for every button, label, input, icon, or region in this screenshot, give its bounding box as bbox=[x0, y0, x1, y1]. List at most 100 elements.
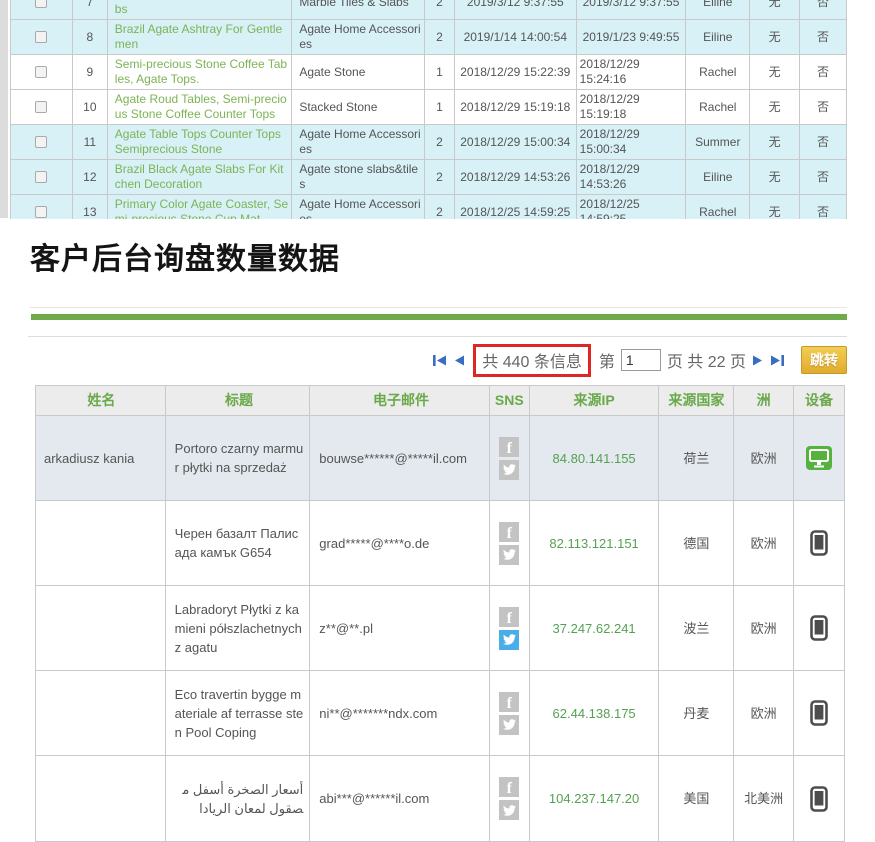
next-page-icon[interactable] bbox=[752, 354, 764, 367]
inquiry-name bbox=[36, 756, 166, 841]
col-header-title: 标题 bbox=[166, 386, 311, 415]
product-qty: 2 bbox=[425, 0, 455, 19]
product-title-link[interactable]: Agate Roud Tables, Semi-precious Stone C… bbox=[108, 90, 293, 124]
row-checkbox[interactable] bbox=[35, 31, 47, 43]
product-title-link[interactable]: Semi-precious Stone Coffee Tables, Agate… bbox=[108, 55, 293, 89]
facebook-icon[interactable]: f bbox=[499, 437, 519, 457]
row-checkbox[interactable] bbox=[35, 0, 47, 8]
inquiry-name bbox=[36, 501, 166, 585]
row-checkbox[interactable] bbox=[35, 206, 47, 218]
facebook-icon[interactable]: f bbox=[499, 777, 519, 797]
updated-time: 2018/12/29 15:19:18 bbox=[577, 90, 687, 124]
page-title: 客户后台询盘数量数据 bbox=[30, 234, 340, 278]
updated-time: 2018/12/29 14:53:26 bbox=[577, 160, 687, 194]
page-prefix-label: 第 bbox=[599, 348, 615, 372]
inquiry-email: z**@**.pl bbox=[310, 586, 490, 670]
row-number: 12 bbox=[73, 160, 108, 194]
row-checkbox-cell bbox=[11, 90, 73, 124]
continent: 欧洲 bbox=[734, 671, 794, 755]
source-ip: 37.247.62.241 bbox=[530, 586, 660, 670]
product-title-link[interactable]: bs bbox=[108, 0, 293, 19]
product-category: Agate stone slabs&tiles bbox=[292, 160, 425, 194]
col-header-continent: 洲 bbox=[734, 386, 794, 415]
twitter-icon[interactable] bbox=[499, 460, 519, 480]
row-checkbox[interactable] bbox=[35, 66, 47, 78]
product-category: Marble Tiles & Slabs bbox=[292, 0, 425, 19]
first-page-icon[interactable] bbox=[432, 354, 447, 367]
product-category: Agate Home Accessories bbox=[292, 195, 425, 219]
updated-time: 2018/12/25 14:59:25 bbox=[577, 195, 687, 219]
row-number: 9 bbox=[73, 55, 108, 89]
row-number: 10 bbox=[73, 90, 108, 124]
updated-time: 2019/3/12 9:37:55 bbox=[577, 0, 687, 19]
flag-no: 否 bbox=[800, 55, 846, 89]
facebook-icon[interactable]: f bbox=[499, 692, 519, 712]
product-category: Agate Home Accessories bbox=[292, 125, 425, 159]
product-title-link[interactable]: Agate Table Tops Counter Tops Semiprecio… bbox=[108, 125, 293, 159]
twitter-icon[interactable] bbox=[499, 800, 519, 820]
created-time: 2018/12/25 14:59:25 bbox=[455, 195, 577, 219]
twitter-icon[interactable] bbox=[499, 630, 519, 650]
flag-no: 否 bbox=[800, 160, 846, 194]
created-time: 2018/12/29 15:00:34 bbox=[455, 125, 577, 159]
product-qty: 1 bbox=[425, 55, 455, 89]
created-time: 2019/3/12 9:37:55 bbox=[455, 0, 577, 19]
row-checkbox-cell bbox=[11, 55, 73, 89]
inquiry-email: ni**@*******ndx.com bbox=[310, 671, 490, 755]
row-number: 11 bbox=[73, 125, 108, 159]
inquiry-title: Eco travertin bygge materiale af terrass… bbox=[166, 671, 311, 755]
sns-cell: f bbox=[490, 501, 530, 585]
created-time: 2018/12/29 15:19:18 bbox=[455, 90, 577, 124]
row-checkbox[interactable] bbox=[35, 101, 47, 113]
pagination-bar: 共 440 条信息 第 页 共 22 页 跳转 bbox=[432, 344, 847, 376]
prev-page-icon[interactable] bbox=[453, 354, 465, 367]
last-page-icon[interactable] bbox=[770, 354, 785, 367]
continent: 欧洲 bbox=[734, 586, 794, 670]
row-checkbox-cell bbox=[11, 0, 73, 19]
flag-no: 否 bbox=[800, 0, 846, 19]
twitter-icon[interactable] bbox=[499, 715, 519, 735]
product-qty: 2 bbox=[425, 20, 455, 54]
inquiry-row: Labradoryt Płytki z kamieni półszlachetn… bbox=[36, 586, 844, 671]
twitter-icon[interactable] bbox=[499, 545, 519, 565]
row-checkbox-cell bbox=[11, 125, 73, 159]
col-header-sns: SNS bbox=[490, 386, 530, 415]
facebook-icon[interactable]: f bbox=[499, 522, 519, 542]
table-row: 10 Agate Roud Tables, Semi-precious Ston… bbox=[11, 90, 846, 125]
inquiry-table: 姓名 标题 电子邮件 SNS 来源IP 来源国家 洲 设备 arkadiusz … bbox=[35, 385, 845, 842]
jump-button[interactable]: 跳转 bbox=[801, 346, 847, 374]
owner-name: Eiline bbox=[686, 20, 750, 54]
sns-cell: f bbox=[490, 671, 530, 755]
mobile-icon bbox=[810, 786, 828, 812]
flag-none: 无 bbox=[750, 20, 800, 54]
table-row: 9 Semi-precious Stone Coffee Tables, Aga… bbox=[11, 55, 846, 90]
page-count-label: 页 共 22 页 bbox=[667, 348, 746, 372]
flag-no: 否 bbox=[800, 125, 846, 159]
facebook-glyph: f bbox=[507, 440, 512, 457]
product-title-link[interactable]: Brazil Black Agate Slabs For Kitchen Dec… bbox=[108, 160, 293, 194]
facebook-icon[interactable]: f bbox=[499, 607, 519, 627]
flag-no: 否 bbox=[800, 20, 846, 54]
row-number: 13 bbox=[73, 195, 108, 219]
source-ip: 82.113.121.151 bbox=[530, 501, 660, 585]
product-qty: 2 bbox=[425, 125, 455, 159]
row-number: 8 bbox=[73, 20, 108, 54]
device-cell bbox=[794, 586, 844, 670]
row-checkbox[interactable] bbox=[35, 136, 47, 148]
row-checkbox-cell bbox=[11, 160, 73, 194]
table-row: 8 Brazil Agate Ashtray For Gentlemen Aga… bbox=[11, 20, 846, 55]
products-table-viewport: 7 bs Marble Tiles & Slabs 2 2019/3/12 9:… bbox=[10, 0, 847, 219]
inquiry-row: Черен базалт Палисада камък G654 grad***… bbox=[36, 501, 844, 586]
mobile-icon bbox=[810, 700, 828, 726]
page-number-input[interactable] bbox=[621, 349, 661, 371]
product-qty: 2 bbox=[425, 160, 455, 194]
source-country: 德国 bbox=[659, 501, 734, 585]
row-number: 7 bbox=[73, 0, 108, 19]
product-title-link[interactable]: Brazil Agate Ashtray For Gentlemen bbox=[108, 20, 293, 54]
facebook-glyph: f bbox=[507, 695, 512, 712]
green-divider-bar bbox=[31, 314, 847, 320]
device-cell bbox=[794, 416, 844, 500]
facebook-glyph: f bbox=[507, 525, 512, 542]
row-checkbox[interactable] bbox=[35, 171, 47, 183]
product-title-link[interactable]: Primary Color Agate Coaster, Semi-precio… bbox=[108, 195, 293, 219]
